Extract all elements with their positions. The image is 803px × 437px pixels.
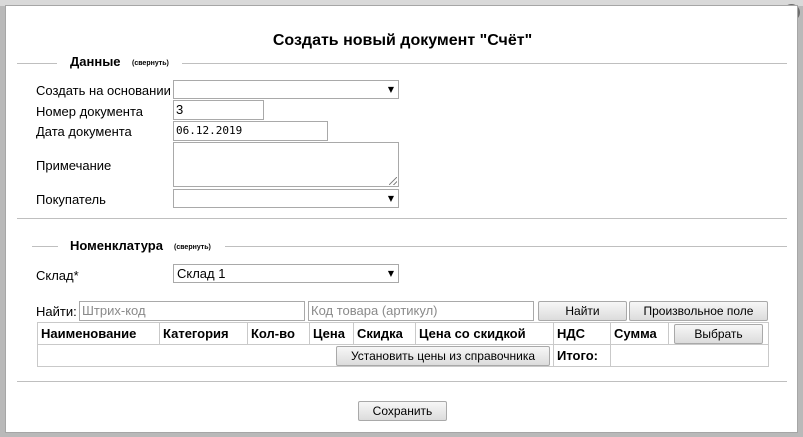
nomenclature-table: Наименование Категория Кол-во Цена Скидк… (37, 322, 769, 367)
section-divider (17, 381, 787, 382)
legend-divider (32, 246, 58, 247)
doc-number-label: Номер документа (36, 104, 144, 119)
legend-divider (182, 63, 787, 64)
nomenclature-section-collapse-link[interactable]: (свернуть) (174, 244, 211, 251)
select-button[interactable]: Выбрать (674, 323, 763, 344)
section-divider (17, 218, 787, 219)
barcode-placeholder: Штрих-код (82, 303, 146, 318)
article-placeholder: Код товара (артикул) (311, 303, 438, 318)
column-header-name: Наименование (37, 322, 160, 345)
note-textarea[interactable] (173, 142, 399, 187)
table-header-row: Наименование Категория Кол-во Цена Скидк… (37, 322, 769, 345)
data-section-collapse-link[interactable]: (свернуть) (132, 60, 169, 67)
note-label: Примечание (36, 158, 112, 173)
nomenclature-section-title: Номенклатура (70, 238, 163, 253)
legend-divider (17, 63, 57, 64)
column-header-quantity: Кол-во (247, 322, 310, 345)
find-label: Найти: (36, 304, 77, 319)
column-header-discounted-price: Цена со скидкой (415, 322, 554, 345)
based-on-select[interactable]: ▼ (173, 80, 399, 99)
dialog-title: Создать новый документ "Счёт" (272, 32, 533, 49)
set-prices-cell: Установить цены из справочника (37, 344, 554, 367)
doc-number-input[interactable]: 3 (173, 100, 264, 120)
column-header-discount: Скидка (353, 322, 416, 345)
column-header-vat: НДС (553, 322, 611, 345)
save-button[interactable]: Сохранить (358, 401, 447, 421)
doc-date-input[interactable]: 06.12.2019 (173, 121, 328, 141)
chevron-down-icon: ▼ (387, 269, 394, 278)
set-prices-button[interactable]: Установить цены из справочника (336, 345, 550, 366)
chevron-down-icon: ▼ (387, 85, 394, 94)
table-footer-row: Установить цены из справочника Итого: (37, 344, 769, 367)
custom-field-button[interactable]: Произвольное поле (629, 301, 768, 321)
resize-grip-icon[interactable] (389, 177, 397, 185)
total-value (610, 344, 769, 367)
buyer-select[interactable]: ▼ (173, 189, 399, 208)
based-on-label: Создать на основании (36, 83, 171, 98)
buyer-label: Покупатель (36, 192, 106, 207)
find-button[interactable]: Найти (538, 301, 627, 321)
barcode-input[interactable]: Штрих-код (79, 301, 305, 321)
warehouse-label: Склад* (36, 268, 79, 283)
column-header-category: Категория (159, 322, 248, 345)
legend-divider (225, 246, 787, 247)
total-label: Итого: (553, 344, 611, 367)
create-document-dialog: Создать новый документ "Счёт" Данные (св… (5, 5, 798, 433)
select-cell: Выбрать (668, 322, 769, 345)
column-header-price: Цена (309, 322, 354, 345)
warehouse-value: Склад 1 (177, 266, 226, 281)
doc-date-label: Дата документа (36, 124, 132, 139)
chevron-down-icon: ▼ (387, 194, 394, 203)
article-input[interactable]: Код товара (артикул) (308, 301, 534, 321)
data-section-title: Данные (70, 54, 121, 69)
warehouse-select[interactable]: Склад 1 ▼ (173, 264, 399, 283)
column-header-sum: Сумма (610, 322, 669, 345)
